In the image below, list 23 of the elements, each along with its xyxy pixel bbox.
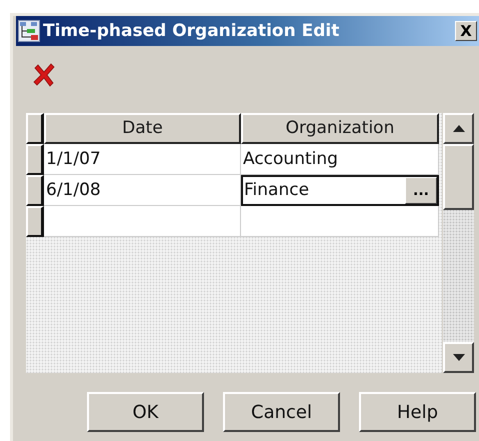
browse-button[interactable]: ... bbox=[405, 177, 437, 204]
row-header[interactable] bbox=[26, 206, 44, 237]
column-header[interactable]: Date bbox=[44, 113, 241, 144]
row-header[interactable] bbox=[26, 113, 44, 144]
org-chart-icon bbox=[18, 20, 40, 42]
dialog-button[interactable]: Help bbox=[359, 392, 476, 432]
table-cell[interactable]: 1/1/07 bbox=[44, 144, 241, 175]
dialog-button[interactable]: Cancel bbox=[223, 392, 340, 432]
dialog-button[interactable]: OK bbox=[87, 392, 204, 432]
table-cell[interactable]: Accounting bbox=[241, 144, 439, 175]
table-cell[interactable] bbox=[241, 206, 439, 237]
table-cell[interactable] bbox=[44, 206, 241, 237]
close-button[interactable]: X bbox=[455, 21, 477, 41]
scrollbar[interactable] bbox=[443, 113, 474, 373]
cell-editor[interactable]: Finance ... bbox=[241, 175, 439, 206]
cell-text: Finance bbox=[244, 179, 310, 202]
row-header[interactable] bbox=[26, 175, 44, 206]
delete-icon[interactable] bbox=[32, 63, 56, 87]
column-header[interactable]: Organization bbox=[241, 113, 439, 144]
table-cell[interactable]: 6/1/08 bbox=[44, 175, 241, 206]
row-header[interactable] bbox=[26, 144, 44, 175]
scroll-thumb[interactable] bbox=[443, 144, 474, 210]
window-title: Time-phased Organization Edit bbox=[43, 21, 340, 41]
